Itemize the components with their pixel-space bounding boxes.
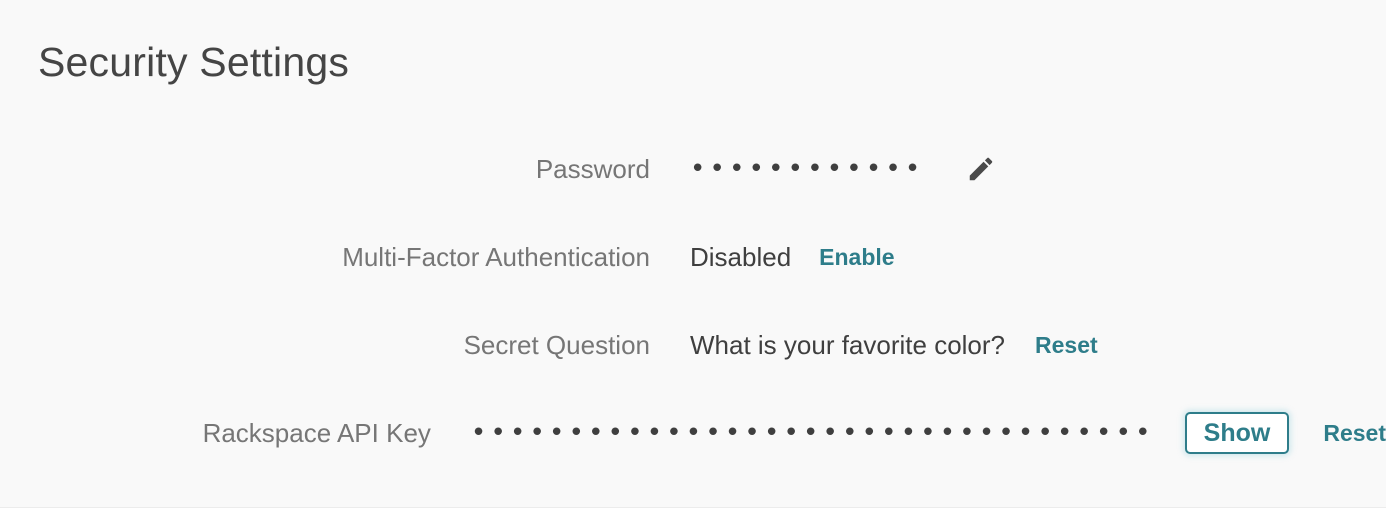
mfa-content: Disabled Enable: [650, 242, 895, 272]
mfa-enable-link[interactable]: Enable: [819, 243, 894, 271]
api-key-content: ••••••••••••••••••••••••••••••••••• Show…: [431, 412, 1386, 454]
secret-question-content: What is your favorite color? Reset: [650, 330, 1098, 360]
mfa-status-value: Disabled: [690, 242, 792, 272]
setting-row-password: Password ••••••••••••: [0, 125, 1386, 213]
security-settings-panel: Security Settings Password •••••••••••• …: [0, 0, 1386, 508]
api-key-show-button[interactable]: Show: [1184, 412, 1290, 454]
secret-question-label: Secret Question: [463, 330, 650, 360]
settings-list: Password •••••••••••• Multi-Factor Authe…: [0, 125, 1386, 477]
setting-row-mfa: Multi-Factor Authentication Disabled Ena…: [0, 213, 1386, 301]
page-title: Security Settings: [38, 39, 350, 85]
password-label: Password: [535, 154, 650, 184]
setting-row-secret-question: Secret Question What is your favorite co…: [0, 301, 1386, 389]
password-edit-button[interactable]: [966, 154, 996, 184]
api-key-label: Rackspace API Key: [202, 418, 431, 448]
password-masked-value: ••••••••••••: [690, 154, 925, 184]
secret-question-reset-link[interactable]: Reset: [1035, 331, 1098, 359]
password-content: ••••••••••••: [650, 154, 996, 184]
pencil-icon: [966, 154, 996, 184]
secret-question-value: What is your favorite color?: [690, 330, 1006, 360]
mfa-label: Multi-Factor Authentication: [342, 242, 650, 272]
api-key-masked-value: •••••••••••••••••••••••••••••••••••: [470, 418, 1155, 448]
setting-row-api-key: Rackspace API Key ••••••••••••••••••••••…: [0, 389, 1386, 477]
api-key-reset-link[interactable]: Reset: [1323, 419, 1386, 447]
